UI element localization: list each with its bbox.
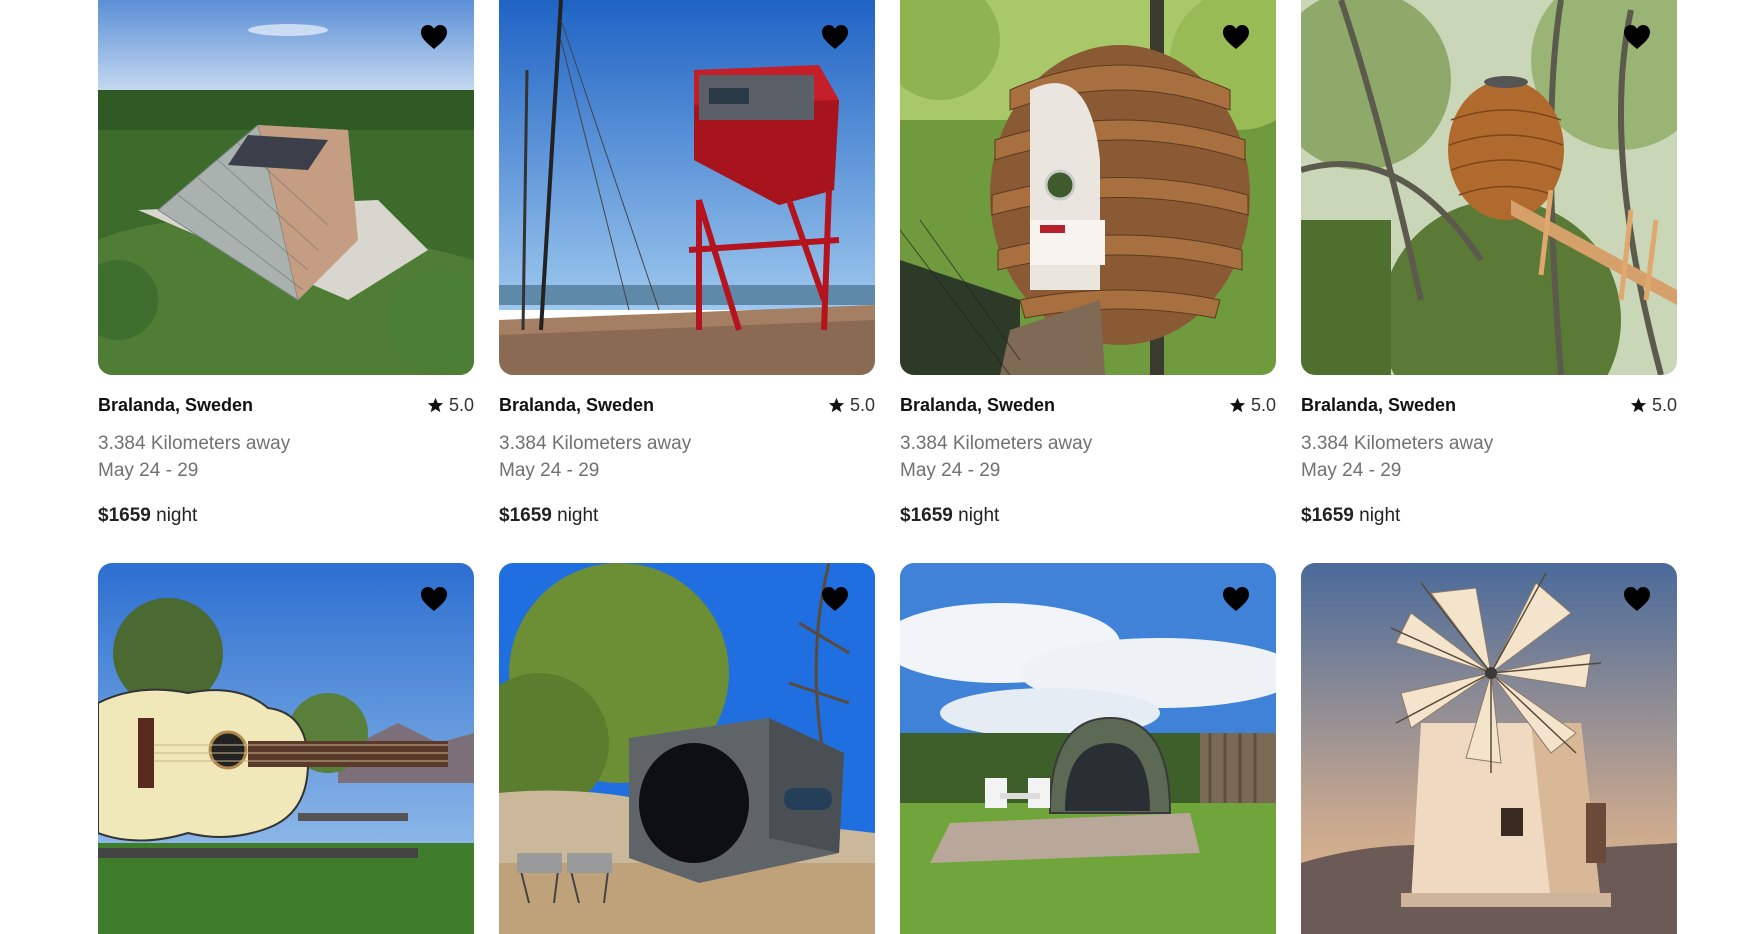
listing-photo[interactable] (98, 0, 474, 375)
listing-photo[interactable] (499, 0, 875, 375)
listing-rating: 5.0 (828, 395, 875, 416)
listing-dates: May 24 - 29 (1301, 460, 1402, 481)
price-amount: $1659 (499, 505, 552, 526)
listing-location: Bralanda, Sweden (499, 395, 655, 415)
listing-distance: 3.384 Kilometers away (499, 433, 692, 454)
listing-dates: May 24 - 29 (499, 460, 600, 481)
price-amount: $1659 (900, 505, 953, 526)
favorite-heart-icon[interactable] (420, 586, 448, 612)
glass-house-photo (98, 0, 474, 375)
listing-price: $1659 night (1301, 505, 1400, 527)
favorite-heart-icon[interactable] (1623, 586, 1651, 612)
price-unit: night (557, 505, 599, 526)
listing-dates: May 24 - 29 (900, 460, 1001, 481)
cube-cabin-photo (499, 563, 875, 934)
price-amount: $1659 (1301, 505, 1354, 526)
favorite-heart-icon[interactable] (420, 24, 448, 50)
favorite-heart-icon[interactable] (1222, 586, 1250, 612)
listing-info: Bralanda, Sweden 5.0 3.384 Kilometers aw… (1301, 375, 1677, 563)
listing-price: $1659 night (900, 505, 999, 527)
favorite-heart-icon[interactable] (1222, 24, 1250, 50)
listing-card[interactable]: Bralanda, Sweden 5.0 3.384 Kilometers aw… (1301, 0, 1677, 563)
crane-cabin-photo (499, 0, 875, 375)
listing-price: $1659 night (499, 505, 598, 527)
favorite-heart-icon[interactable] (821, 586, 849, 612)
listing-distance: 3.384 Kilometers away (900, 433, 1093, 454)
rating-value: 5.0 (448, 395, 474, 415)
favorite-heart-icon[interactable] (1623, 24, 1651, 50)
listing-card[interactable] (499, 563, 875, 934)
listing-photo[interactable] (98, 563, 474, 934)
listing-rating: 5.0 (427, 395, 474, 416)
windmill-photo (1301, 563, 1677, 934)
listing-photo[interactable] (1301, 0, 1677, 375)
guitar-house-photo (98, 563, 474, 934)
star-icon (828, 397, 845, 413)
star-icon (427, 397, 444, 413)
rating-value: 5.0 (849, 395, 875, 415)
listing-photo[interactable] (1301, 563, 1677, 934)
listing-dates: May 24 - 29 (98, 460, 199, 481)
listing-distance: 3.384 Kilometers away (1301, 433, 1494, 454)
listing-photo[interactable] (900, 563, 1276, 934)
pinecone-treehouse-photo (1301, 0, 1677, 375)
rating-value: 5.0 (1651, 395, 1677, 415)
favorite-heart-icon[interactable] (821, 24, 849, 50)
listing-card[interactable] (900, 563, 1276, 934)
dome-cabin-photo (900, 563, 1276, 934)
listing-info: Bralanda, Sweden 5.0 3.384 Kilometers aw… (499, 375, 875, 563)
listing-card[interactable] (98, 563, 474, 934)
listing-card[interactable]: Bralanda, Sweden 5.0 3.384 Kilometers aw… (499, 0, 875, 563)
listings-grid: Bralanda, Sweden 5.0 3.384 Kilometers aw… (98, 0, 1677, 934)
listing-card[interactable] (1301, 563, 1677, 934)
listing-rating: 5.0 (1630, 395, 1677, 416)
listing-card[interactable]: Bralanda, Sweden 5.0 3.384 Kilometers aw… (98, 0, 474, 563)
star-icon (1229, 397, 1246, 413)
listing-card[interactable]: Bralanda, Sweden 5.0 3.384 Kilometers aw… (900, 0, 1276, 563)
star-icon (1630, 397, 1647, 413)
listing-price: $1659 night (98, 505, 197, 527)
listing-info: Bralanda, Sweden 5.0 3.384 Kilometers aw… (98, 375, 474, 563)
price-unit: night (958, 505, 1000, 526)
listing-location: Bralanda, Sweden (900, 395, 1056, 415)
listing-rating: 5.0 (1229, 395, 1276, 416)
listing-distance: 3.384 Kilometers away (98, 433, 291, 454)
price-unit: night (1359, 505, 1401, 526)
listing-photo[interactable] (499, 563, 875, 934)
listing-photo[interactable] (900, 0, 1276, 375)
price-amount: $1659 (98, 505, 151, 526)
listing-location: Bralanda, Sweden (1301, 395, 1457, 415)
listing-location: Bralanda, Sweden (98, 395, 254, 415)
rating-value: 5.0 (1250, 395, 1276, 415)
price-unit: night (156, 505, 198, 526)
listing-info: Bralanda, Sweden 5.0 3.384 Kilometers aw… (900, 375, 1276, 563)
pod-treehouse-photo (900, 0, 1276, 375)
